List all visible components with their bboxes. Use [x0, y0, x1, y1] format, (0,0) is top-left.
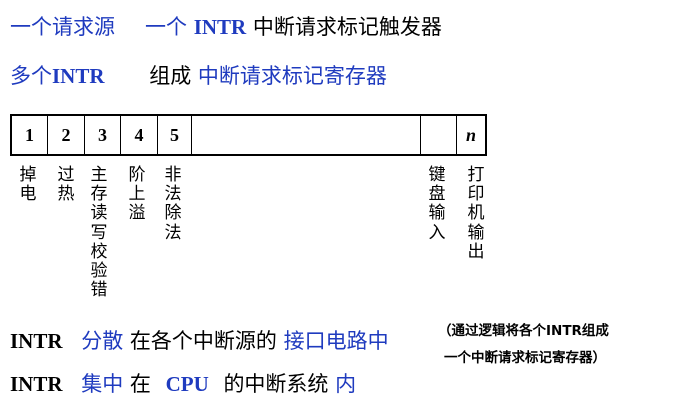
flag-trigger-text: 中断请求标记触发器 — [252, 15, 442, 39]
register-bit-5: 5 — [158, 116, 192, 154]
cpu-term: CPU — [165, 372, 209, 396]
label-memory-check-error: 主存读写校验错 — [90, 165, 108, 301]
note-annotation: （通过逻辑将各个INTR组成 一个中断请求标记寄存器） — [438, 318, 609, 372]
register-bit-2: 2 — [48, 116, 85, 154]
label-power-fail: 掉电 — [19, 165, 37, 205]
interrupt-system-text: 的中断系统 — [223, 372, 329, 396]
note-line-1: （通过逻辑将各个INTR组成 — [438, 323, 609, 339]
label-overflow: 阶上溢 — [128, 165, 146, 224]
in-text: 在 — [129, 372, 151, 396]
register-bit-3: 3 — [85, 116, 121, 154]
interface-circuit-text: 接口电路中 — [283, 329, 389, 353]
line-intr-centralized: INTR 集中 在 CPU 的中断系统 内 — [10, 371, 356, 397]
centralized-text: 集中 — [81, 372, 124, 396]
in-each-source-text: 在各个中断源的 — [129, 329, 277, 353]
line-intr-distributed: INTR 分散 在各个中断源的 接口电路中 — [10, 328, 389, 354]
label-keyboard-input: 键盘输入 — [428, 165, 446, 243]
compose-text: 组成 — [149, 64, 192, 88]
line-multi-intr: 多个INTR 组成 中断请求标记寄存器 — [10, 63, 387, 89]
label-printer-output: 打印机输出 — [467, 165, 485, 262]
one-text: 一个 — [145, 15, 187, 39]
line-single-source: 一个请求源 一个 INTR 中断请求标记触发器 — [10, 14, 442, 40]
intr-term-2: INTR — [52, 64, 105, 88]
register-bit-1: 1 — [12, 116, 48, 154]
register-bit-4: 4 — [121, 116, 158, 154]
interrupt-request-register: 1 2 3 4 5 n — [10, 114, 487, 156]
note-line-2: 一个中断请求标记寄存器） — [444, 350, 606, 366]
label-illegal-division: 非法除法 — [164, 165, 182, 243]
multi-text: 多个 — [10, 64, 52, 88]
intr-term: INTR — [193, 15, 247, 39]
flag-register-text: 中断请求标记寄存器 — [197, 64, 387, 88]
register-bits-gap — [192, 116, 421, 154]
register-bit-n: n — [465, 124, 476, 145]
intr-term-3: INTR — [10, 329, 63, 353]
inside-text: 内 — [335, 372, 357, 396]
intr-term-4: INTR — [10, 372, 63, 396]
distributed-text: 分散 — [81, 329, 124, 353]
label-overheat: 过热 — [57, 165, 75, 205]
single-source-text: 一个请求源 — [10, 15, 115, 39]
register-bit-keyboard — [421, 116, 457, 154]
